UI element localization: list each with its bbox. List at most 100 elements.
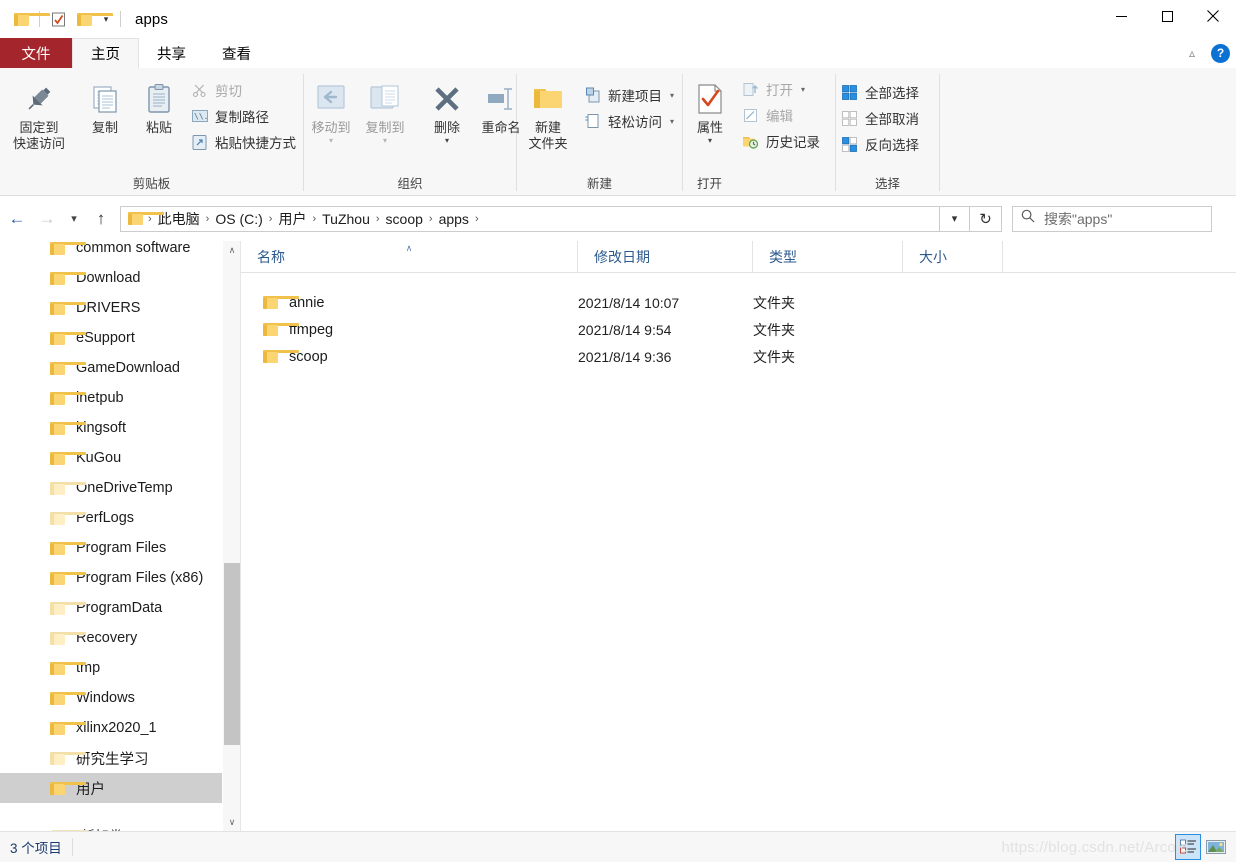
- tree-item-recovery[interactable]: Recovery: [0, 623, 222, 653]
- tree-item-download[interactable]: Download: [0, 263, 222, 293]
- folder-icon: [50, 331, 86, 345]
- breadcrumb-separator[interactable]: ›: [474, 213, 480, 225]
- tree-item-perflogs[interactable]: PerfLogs: [0, 503, 222, 533]
- table-row[interactable]: ffmpeg 2021/8/14 9:54 文件夹: [241, 316, 1236, 343]
- edit-button[interactable]: 编辑: [737, 102, 827, 128]
- window-controls: [1098, 0, 1236, 32]
- new-folder-icon[interactable]: [71, 6, 113, 32]
- search-icon: [1021, 209, 1035, 228]
- chevron-down-icon[interactable]: ▾: [670, 117, 674, 126]
- new-item-icon: [583, 86, 602, 105]
- move-to-button[interactable]: 移动到 ▾: [304, 74, 358, 145]
- select-all-button[interactable]: 全部选择: [836, 79, 926, 105]
- tree-item-drivers[interactable]: DRIVERS: [0, 293, 222, 323]
- folder-icon[interactable]: [8, 6, 50, 32]
- copy-to-button[interactable]: 复制到 ▾: [358, 74, 412, 145]
- tree-item-kugou[interactable]: KuGou: [0, 443, 222, 473]
- tree-item-program-files-x86[interactable]: Program Files (x86): [0, 563, 222, 593]
- help-icon[interactable]: ?: [1211, 43, 1230, 63]
- paste-shortcut-button[interactable]: 粘贴快捷方式: [186, 129, 303, 155]
- properties-button[interactable]: 属性 ▾: [683, 74, 737, 145]
- new-item-button[interactable]: 新建项目 ▾: [579, 82, 681, 108]
- tree-item-xilinx2020-1[interactable]: xilinx2020_1: [0, 713, 222, 743]
- folder-icon: [50, 241, 86, 255]
- folder-icon: [50, 451, 86, 465]
- thumbnail-view-icon[interactable]: [1204, 835, 1228, 859]
- paste-button[interactable]: 粘贴: [132, 74, 186, 136]
- copy-button[interactable]: 复制: [78, 74, 132, 136]
- tree-item-tmp[interactable]: tmp: [0, 653, 222, 683]
- chevron-down-icon[interactable]: ▾: [708, 137, 712, 145]
- tab-view[interactable]: 查看: [204, 38, 269, 68]
- breadcrumb-item-os-c[interactable]: OS (C:): [210, 207, 267, 231]
- up-button[interactable]: ↑: [88, 206, 114, 232]
- chevron-down-icon[interactable]: ▾: [383, 137, 387, 145]
- scrollbar-thumb[interactable]: [224, 563, 240, 745]
- divider: [71, 838, 73, 856]
- table-row[interactable]: annie 2021/8/14 10:07 文件夹: [241, 289, 1236, 316]
- scroll-up-arrow-icon[interactable]: ∧: [223, 241, 241, 259]
- back-button[interactable]: ←: [4, 206, 30, 232]
- new-item-label: 新建项目: [608, 89, 662, 104]
- column-header-size[interactable]: 大小: [903, 241, 1003, 272]
- easy-access-button[interactable]: 轻松访问 ▾: [579, 108, 681, 134]
- column-header-name[interactable]: ∧ 名称: [241, 241, 578, 272]
- tree-item-users[interactable]: 用户: [0, 773, 222, 803]
- tree-item-common-software[interactable]: common software: [0, 241, 222, 263]
- breadcrumb-item-this-pc[interactable]: 此电脑: [153, 207, 205, 231]
- column-header-modified[interactable]: 修改日期: [578, 241, 753, 272]
- tree-item-program-files[interactable]: Program Files: [0, 533, 222, 563]
- pin-to-quick-access-button[interactable]: 固定到 快速访问: [0, 74, 78, 152]
- tab-file[interactable]: 文件: [0, 38, 72, 68]
- breadcrumb-item-users[interactable]: 用户: [273, 207, 311, 231]
- tree-item-inetpub[interactable]: inetpub: [0, 383, 222, 413]
- tab-share[interactable]: 共享: [139, 38, 204, 68]
- navigation-scrollbar[interactable]: ∧ ∨: [222, 241, 241, 831]
- chevron-down-icon[interactable]: ▾: [801, 85, 805, 94]
- copy-path-button[interactable]: \\.. 复制路径: [186, 103, 303, 129]
- forward-button[interactable]: →: [34, 206, 60, 232]
- recent-locations-button[interactable]: ▾: [64, 206, 84, 232]
- tab-home[interactable]: 主页: [72, 38, 139, 68]
- scroll-down-arrow-icon[interactable]: ∨: [223, 813, 241, 831]
- chevron-down-icon[interactable]: ▾: [445, 137, 449, 145]
- chevron-down-icon[interactable]: ▾: [940, 205, 970, 232]
- open-button[interactable]: 打开 ▾: [737, 76, 827, 102]
- table-row[interactable]: scoop 2021/8/14 9:36 文件夹: [241, 343, 1236, 370]
- tree-item-kingsoft[interactable]: kingsoft: [0, 413, 222, 443]
- chevron-up-icon[interactable]: ▵: [1183, 46, 1201, 60]
- tree-item-esupport[interactable]: eSupport: [0, 323, 222, 353]
- cut-button[interactable]: 剪切: [186, 77, 303, 103]
- status-bar: 3 个项目: [0, 831, 1236, 862]
- column-label: 大小: [919, 248, 947, 265]
- tree-item-label: Program Files: [76, 540, 167, 556]
- breadcrumb-item-apps[interactable]: apps: [434, 207, 474, 231]
- details-view-icon[interactable]: [1175, 834, 1201, 860]
- window-title: apps: [135, 10, 168, 28]
- history-button[interactable]: 历史记录: [737, 128, 827, 154]
- refresh-button[interactable]: ↻: [970, 205, 1002, 232]
- chevron-down-icon[interactable]: ▾: [97, 6, 115, 32]
- maximize-button[interactable]: [1144, 0, 1190, 32]
- chevron-down-icon[interactable]: ▾: [329, 137, 333, 145]
- tree-item-onedrivetemp[interactable]: OneDriveTemp: [0, 473, 222, 503]
- tree-item-windows[interactable]: Windows: [0, 683, 222, 713]
- close-button[interactable]: [1190, 0, 1236, 32]
- new-folder-button[interactable]: 新建 文件夹: [517, 74, 579, 152]
- minimize-button[interactable]: [1098, 0, 1144, 32]
- tree-item-graduate-study[interactable]: 研究生学习: [0, 743, 222, 773]
- tree-item-programdata[interactable]: ProgramData: [0, 593, 222, 623]
- properties-check-icon[interactable]: [45, 6, 71, 32]
- breadcrumb-item-tuzhou[interactable]: TuZhou: [317, 207, 375, 231]
- breadcrumb-item-scoop[interactable]: scoop: [381, 207, 428, 231]
- select-none-button[interactable]: 全部取消: [836, 105, 926, 131]
- invert-selection-button[interactable]: 反向选择: [836, 131, 926, 157]
- tree-item-gamedownload[interactable]: GameDownload: [0, 353, 222, 383]
- search-input[interactable]: 搜索"apps": [1012, 205, 1212, 232]
- group-label-new: 新建: [586, 176, 612, 191]
- delete-button[interactable]: 删除 ▾: [420, 74, 474, 145]
- rename-label: 重命名: [481, 120, 521, 135]
- breadcrumb[interactable]: › 此电脑 › OS (C:) › 用户 › TuZhou › scoop › …: [120, 205, 940, 232]
- column-header-type[interactable]: 类型: [753, 241, 903, 272]
- chevron-down-icon[interactable]: ▾: [670, 91, 674, 100]
